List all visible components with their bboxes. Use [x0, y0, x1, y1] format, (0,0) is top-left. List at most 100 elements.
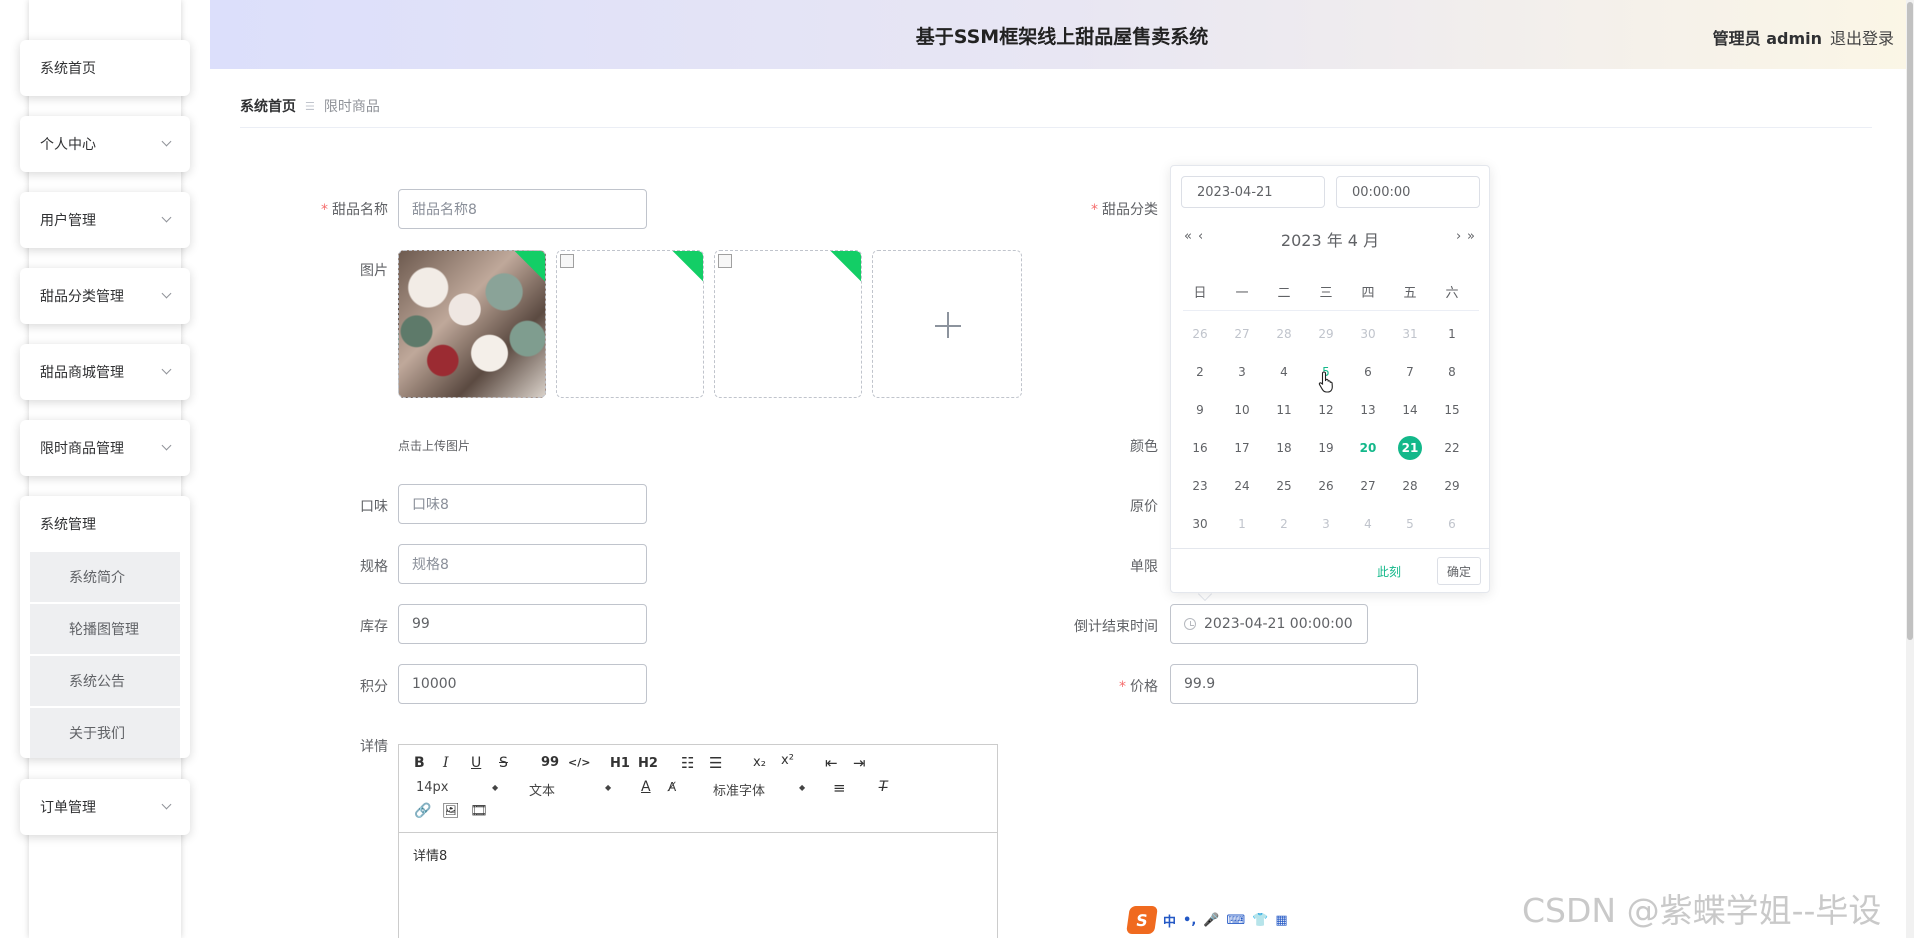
breadcrumb-home[interactable]: 系统首页 — [240, 96, 296, 116]
blockquote-button[interactable]: 99 — [541, 755, 559, 770]
day-cell[interactable]: 24 — [1221, 471, 1263, 501]
punctuation-icon[interactable]: •, — [1183, 913, 1196, 928]
page-scrollbar[interactable] — [1906, 0, 1914, 938]
submenu-carousel[interactable]: 轮播图管理 — [30, 604, 180, 654]
microphone-icon[interactable]: 🎤 — [1203, 913, 1219, 928]
heading1-button[interactable]: H1 — [610, 756, 630, 771]
day-cell[interactable]: 19 — [1305, 433, 1347, 463]
text-type-select[interactable]: 文本 ◆ — [529, 780, 611, 799]
keyboard-icon[interactable]: ⌨ — [1226, 913, 1245, 928]
end-time-input[interactable]: 2023-04-21 00:00:00 — [1170, 604, 1368, 644]
skin-icon[interactable]: 👕 — [1252, 913, 1268, 928]
outdent-icon[interactable]: ⇤ — [825, 754, 838, 772]
menu-personal[interactable]: 个人中心 — [20, 116, 190, 172]
day-cell[interactable]: 6 — [1431, 509, 1473, 539]
upload-add-button[interactable] — [872, 250, 1022, 398]
ime-lang-toggle[interactable]: 中 — [1163, 911, 1176, 930]
image-icon[interactable]: 🖼 — [442, 803, 460, 819]
name-input[interactable]: 甜品名称8 — [398, 189, 647, 229]
day-cell[interactable]: 4 — [1263, 357, 1305, 387]
logout-link[interactable]: 退出登录 — [1830, 25, 1894, 49]
day-cell[interactable]: 5 — [1389, 509, 1431, 539]
sogou-logo-icon[interactable]: S — [1126, 906, 1158, 934]
day-cell[interactable]: 26 — [1305, 471, 1347, 501]
uploaded-image-3[interactable] — [714, 250, 862, 398]
day-cell[interactable]: 13 — [1347, 395, 1389, 425]
toolbox-icon[interactable]: ▦ — [1275, 913, 1287, 928]
day-cell[interactable]: 16 — [1179, 433, 1221, 463]
clear-format-icon[interactable]: T̶ — [879, 779, 888, 795]
day-cell[interactable]: 30 — [1179, 509, 1221, 539]
day-cell[interactable]: 25 — [1263, 471, 1305, 501]
code-block-button[interactable]: </> — [568, 756, 590, 769]
underline-button[interactable]: U — [471, 755, 481, 771]
day-cell[interactable]: 22 — [1431, 433, 1473, 463]
font-family-select[interactable]: 标准字体 ◆ — [713, 780, 805, 799]
menu-limited[interactable]: 限时商品管理 — [20, 420, 190, 476]
day-cell[interactable]: 27 — [1221, 319, 1263, 349]
font-color-icon[interactable]: A — [641, 779, 651, 795]
day-cell[interactable]: 18 — [1263, 433, 1305, 463]
menu-orders[interactable]: 订单管理 — [20, 779, 190, 835]
taste-input[interactable]: 口味8 — [398, 484, 647, 524]
day-cell[interactable]: 11 — [1263, 395, 1305, 425]
bullet-list-icon[interactable]: ☰ — [709, 754, 722, 772]
link-icon[interactable]: 🔗 — [414, 803, 431, 819]
day-cell[interactable]: 20 — [1347, 433, 1389, 463]
points-input[interactable]: 10000 — [398, 664, 647, 704]
submenu-about[interactable]: 关于我们 — [30, 708, 180, 758]
video-icon[interactable]: 🎞 — [470, 803, 488, 819]
day-cell[interactable]: 12 — [1305, 395, 1347, 425]
day-cell[interactable]: 10 — [1221, 395, 1263, 425]
day-cell[interactable]: 7 — [1389, 357, 1431, 387]
next-year-icon[interactable]: » — [1467, 229, 1475, 244]
day-cell[interactable]: 23 — [1179, 471, 1221, 501]
day-cell[interactable]: 1 — [1431, 319, 1473, 349]
day-cell[interactable]: 2 — [1263, 509, 1305, 539]
submenu-system-intro[interactable]: 系统简介 — [30, 552, 180, 602]
superscript-button[interactable]: x² — [781, 753, 794, 768]
day-cell[interactable]: 4 — [1347, 509, 1389, 539]
day-cell[interactable]: 9 — [1179, 395, 1221, 425]
editor-content[interactable]: 详情8 — [399, 833, 997, 876]
background-color-icon[interactable]: A̸ — [668, 780, 676, 794]
price-input[interactable]: 99.9 — [1170, 664, 1418, 704]
day-cell[interactable]: 2 — [1179, 357, 1221, 387]
confirm-button[interactable]: 确定 — [1437, 557, 1481, 585]
day-cell[interactable]: 28 — [1263, 319, 1305, 349]
font-size-select[interactable]: 14px ◆ — [416, 780, 498, 795]
day-cell[interactable]: 17 — [1221, 433, 1263, 463]
now-button[interactable]: 此刻 — [1377, 563, 1401, 580]
indent-icon[interactable]: ⇥ — [853, 754, 866, 772]
scrollbar-thumb[interactable] — [1907, 2, 1913, 640]
spec-input[interactable]: 规格8 — [398, 544, 647, 584]
menu-mall[interactable]: 甜品商城管理 — [20, 344, 190, 400]
heading2-button[interactable]: H2 — [638, 756, 658, 771]
uploaded-image-1[interactable] — [398, 250, 546, 398]
strike-button[interactable]: S — [499, 755, 508, 771]
day-cell[interactable]: 3 — [1305, 509, 1347, 539]
day-cell[interactable]: 30 — [1347, 319, 1389, 349]
submenu-notice[interactable]: 系统公告 — [30, 656, 180, 706]
menu-system[interactable]: 系统管理 — [20, 496, 190, 552]
ordered-list-icon[interactable]: ☷ — [681, 754, 694, 772]
day-cell[interactable]: 15 — [1431, 395, 1473, 425]
picker-date-input[interactable]: 2023-04-21 — [1181, 176, 1325, 208]
day-cell[interactable]: 6 — [1347, 357, 1389, 387]
day-cell[interactable]: 28 — [1389, 471, 1431, 501]
menu-home[interactable]: 系统首页 — [20, 40, 190, 96]
day-cell[interactable]: 29 — [1431, 471, 1473, 501]
day-cell[interactable]: 3 — [1221, 357, 1263, 387]
uploaded-image-2[interactable] — [556, 250, 704, 398]
align-icon[interactable]: ≡ — [833, 779, 846, 797]
day-cell[interactable]: 26 — [1179, 319, 1221, 349]
picker-time-input[interactable]: 00:00:00 — [1336, 176, 1480, 208]
next-month-icon[interactable]: › — [1456, 229, 1461, 244]
day-cell[interactable]: 27 — [1347, 471, 1389, 501]
day-cell[interactable]: 1 — [1221, 509, 1263, 539]
stock-input[interactable]: 99 — [398, 604, 647, 644]
subscript-button[interactable]: x₂ — [753, 755, 766, 770]
day-cell[interactable]: 31 — [1389, 319, 1431, 349]
menu-category[interactable]: 甜品分类管理 — [20, 268, 190, 324]
day-cell[interactable]: 14 — [1389, 395, 1431, 425]
